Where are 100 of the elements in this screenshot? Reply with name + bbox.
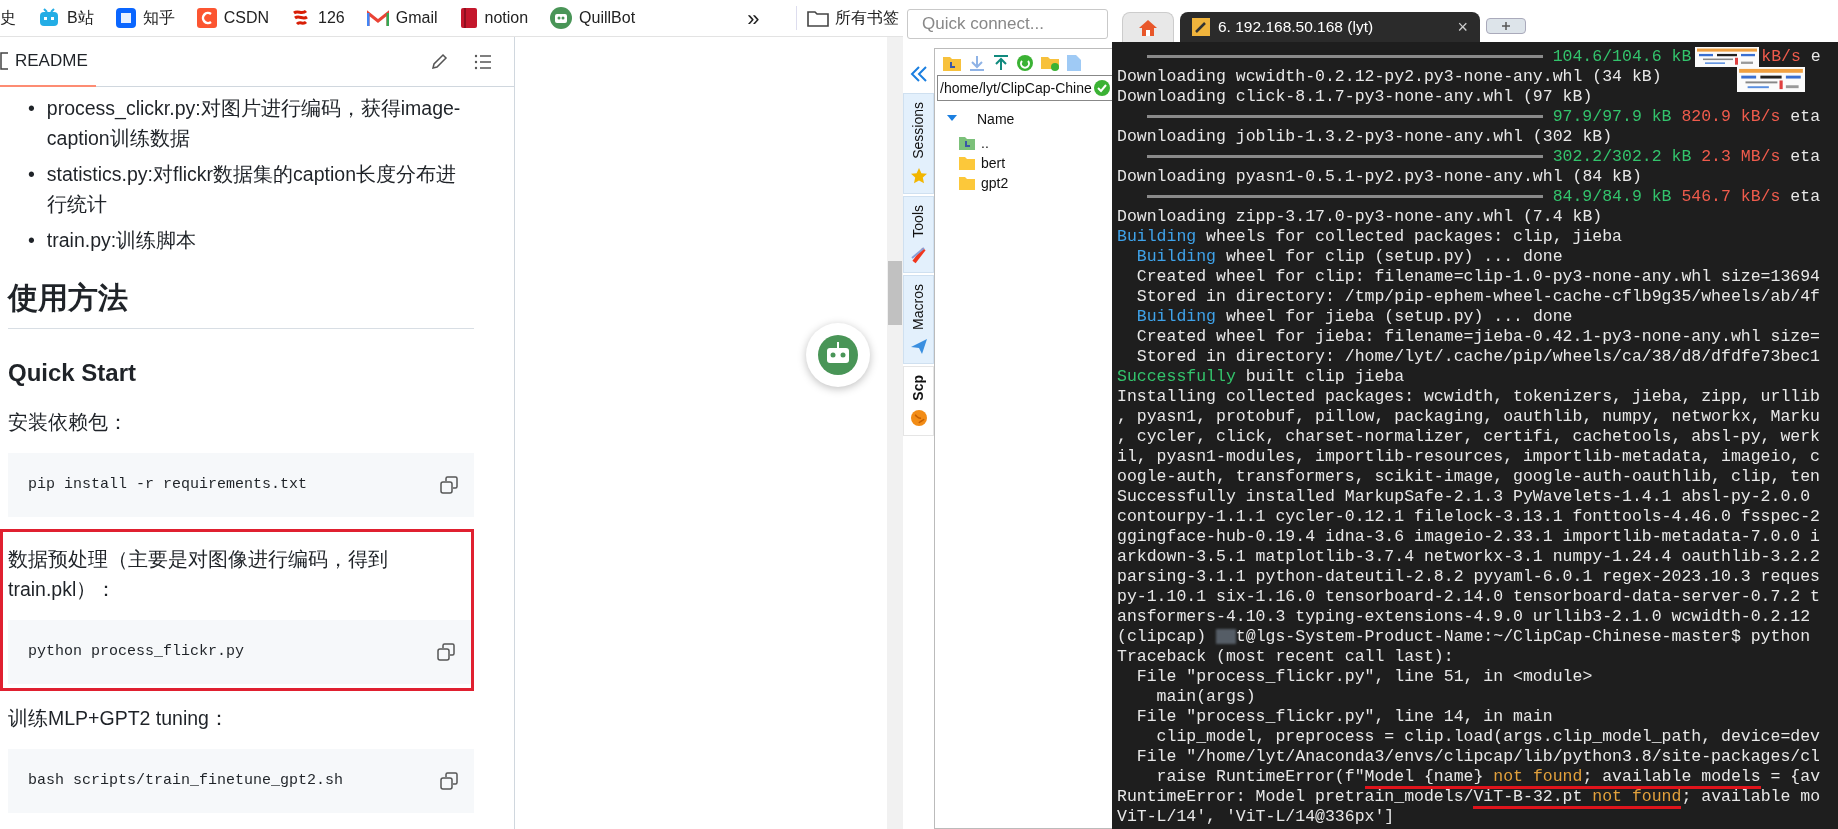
session-tab[interactable]: 6. 192.168.50.168 (lyt) × [1180, 12, 1480, 42]
terminal-text: 104.6/104.6 kB [1551, 47, 1692, 66]
subsection-heading: Quick Start [8, 358, 138, 388]
square-icon [115, 8, 136, 28]
star-icon [909, 166, 928, 185]
terminal-text: , pyasn1, protobuf, pillow, packaging, oauthlib, numpy, networkx, Marku [1117, 407, 1820, 426]
terminal-text: e [1809, 47, 1821, 66]
tab-title: 6. 192.168.50.168 (lyt) [1218, 17, 1374, 38]
folder-icon [959, 176, 975, 190]
bullet-mark: • [28, 162, 35, 187]
terminal-text: eta [1789, 187, 1821, 206]
terminal-text: eta [1789, 147, 1821, 166]
home-icon [1138, 18, 1158, 37]
terminal-text: clip_model, preprocess = clip.load(args.clip_model_path, device=dev [1155, 727, 1820, 746]
upload-icon[interactable] [993, 55, 1009, 71]
plus-icon [1502, 22, 1510, 30]
paragraph: 安装依赖包： [8, 410, 129, 435]
more-bookmarks-button[interactable]: » [747, 1, 760, 35]
terminal-text: wheel for clip (setup.py) ... done [1224, 247, 1563, 266]
side-tab[interactable]: Tools [903, 195, 934, 273]
terminal-text: ViT-B-32.pt [1473, 787, 1593, 809]
column-header[interactable]: Name [977, 108, 1015, 130]
close-button[interactable]: × [1457, 13, 1468, 41]
bookmark-link[interactable]: 126 [318, 6, 345, 30]
download-icon[interactable] [969, 55, 985, 71]
refresh-icon[interactable] [1017, 55, 1033, 71]
bookmark-link[interactable]: QuillBot [579, 6, 636, 30]
scrollbar[interactable] [887, 37, 903, 829]
terminal-text: not found [1592, 787, 1682, 809]
assistant-button[interactable] [806, 323, 870, 387]
new-folder-icon[interactable] [1041, 55, 1059, 71]
folder-up-icon[interactable] [943, 55, 961, 71]
bookmark-link[interactable]: notion [484, 6, 529, 30]
file-name[interactable]: .. [981, 132, 989, 154]
copy-icon[interactable] [440, 772, 458, 790]
home-tab[interactable] [1122, 12, 1174, 42]
terminal-text: = {av [1769, 767, 1821, 786]
quick-connect-field[interactable]: Quick connect... [907, 9, 1108, 39]
folder-icon [959, 156, 975, 170]
sort-icon [947, 115, 957, 123]
bookmark-link[interactable]: 知乎 [142, 6, 175, 30]
terminal-text: parsing-3.1.1 python-dateutil-2.8.2 pyyaml-6.0.1 regex-2023.10.3 reques [1117, 567, 1820, 586]
readme-tab[interactable]: README [0, 36, 96, 87]
terminal-text: Created wheel for clip: filename=clip-1.0-py3-none-any.whl size=13694 [1135, 267, 1820, 286]
terminal-text: ViT-L/14', 'ViT-L/14@336px'] [1117, 807, 1395, 826]
copy-icon[interactable] [437, 643, 455, 661]
bookmark-link[interactable]: CSDN [223, 6, 269, 30]
terminal-text: Model {name} [1364, 767, 1494, 789]
terminal-text: Traceback (most recent call last): [1117, 647, 1454, 666]
bullet-mark: • [28, 96, 35, 121]
terminal-text: 84.9/84.9 kB [1551, 187, 1672, 206]
bookmark-link[interactable]: B站 [67, 6, 94, 30]
terminal-text: ; available mo [1681, 787, 1821, 806]
terminal-text: Building [1135, 247, 1217, 266]
terminal-text: wheel for jieba (setup.py) ... done [1224, 307, 1573, 326]
paragraph: 数据预处理（主要是对图像进行编码，得到train.pkl）： [8, 547, 389, 602]
mail-icon [366, 9, 389, 27]
side-tab[interactable]: Sessions [903, 93, 934, 194]
terminal-text: il, pyasn1-modules, importlib-resources, importlib-metadata, imageio, c [1117, 447, 1820, 466]
terminal-text: Downloading joblib-1.3.2-py3-none-any.whl (302 kB) [1117, 127, 1613, 146]
bookmark-link[interactable]: Gmail [395, 6, 438, 30]
terminal-text: Stored in directory: /home/lyt/.cache/pip/wheels/ca/38/d8/dfdfe73bec1 [1135, 347, 1820, 366]
terminal-text: File "process_flickr.py", line 14, in main [1135, 707, 1553, 726]
scrollbar-thumb[interactable] [888, 261, 902, 325]
terminal-text: 546.7 kB/s [1680, 187, 1781, 206]
terminal-text: raise RuntimeError(f" [1155, 767, 1365, 786]
terminal-text: py-1.10.1 six-1.16.0 tensorboard-2.14.0 tensorboard-data-server-0.7.2 t [1117, 587, 1820, 606]
side-tab[interactable]: Macros [903, 274, 934, 365]
terminal-text: File "/home/lyt/Anaconda3/envs/clipcap/lib/python3.8/site-packages/cl [1135, 747, 1820, 766]
path-field[interactable]: /home/lyt/ClipCap-Chine [937, 75, 1113, 101]
terminal-text: Downloading pyasn1-0.5.1-py2.py3-none-any.whl (84 kB) [1117, 167, 1642, 186]
file-name[interactable]: bert [981, 152, 1006, 174]
terminal-text: t@lgs-System-Product-Name:~/ClipCap-Chinese-master$ python [1235, 627, 1811, 646]
terminal-text: contourpy-1.1.1 cycler-0.12.1 filelock-3.13.1 fonttools-4.46.0 fsspec-2 [1117, 507, 1820, 526]
terminal-text: Installing collected packages: wcwidth, tokenizers, jieba, zipp, urllib [1117, 387, 1820, 406]
copy-icon[interactable] [440, 476, 458, 494]
collapse-icon[interactable] [908, 65, 929, 83]
terminal-text: wheels for collected packages: clip, jieba [1205, 227, 1622, 246]
terminal-text: main(args) [1155, 687, 1256, 706]
terminal-text: not found [1493, 767, 1583, 789]
terminal-text: 302.2/302.2 kB [1551, 147, 1692, 166]
terminal-text: 2.3 MB/s [1700, 147, 1781, 166]
terminal-text: ansformers-4.10.3 typing-extensions-4.9.0 urllib3-2.1.0 wcwidth-0.2.12 [1117, 607, 1811, 626]
terminal-text: 97.9/97.9 kB [1551, 107, 1672, 126]
terminal-text: kB/s [1761, 47, 1801, 66]
history-link[interactable]: 史 [0, 6, 16, 30]
terminal-text: arkdown-3.5.1 matplotlib-3.7.4 networkx-3.1 numpy-1.24.4 oauthlib-3.2.2 [1117, 547, 1820, 566]
folder-icon [807, 9, 829, 27]
side-tab[interactable]: Scp [903, 366, 934, 437]
tools-icon [909, 245, 928, 264]
terminal-text: Building [1135, 307, 1217, 326]
new-tab-button[interactable] [1486, 18, 1526, 34]
terminal-text: File "process_flickr.py", line 51, in <module> [1135, 667, 1593, 686]
robot-icon [818, 335, 858, 375]
file-name[interactable]: gpt2 [981, 172, 1009, 194]
terminal-text: (clipcap) [1117, 627, 1208, 646]
paragraph: 训练MLP+GPT2 tuning： [8, 706, 230, 731]
bookmarks-folder-link[interactable]: 所有书签 [835, 6, 899, 30]
wrench-icon [1192, 18, 1210, 36]
edit-icon [430, 52, 448, 71]
